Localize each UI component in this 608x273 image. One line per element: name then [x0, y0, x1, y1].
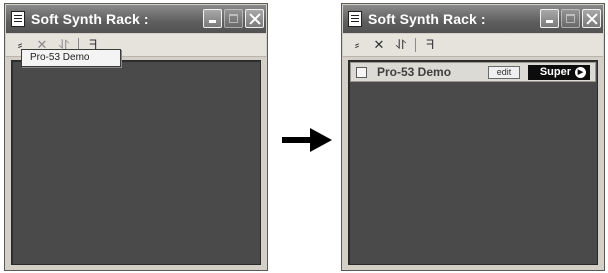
preset-name: Super [539, 66, 571, 78]
soft-synth-rack-window-after: Soft Synth Rack : ⸗ ✕ ⥯ ᖷ Pro-53 Demo ed… [341, 3, 605, 271]
instrument-menu-item[interactable]: Pro-53 Demo [21, 49, 121, 67]
maximize-button[interactable] [224, 9, 243, 28]
instrument-name: Pro-53 Demo [377, 65, 452, 79]
delete-instrument-icon[interactable]: ✕ [371, 39, 387, 52]
insert-instrument-icon[interactable]: ⸗ [349, 39, 365, 52]
preset-selector[interactable]: Super ▶ [528, 64, 590, 80]
soft-synth-rack-window-before: Soft Synth Rack : ⸗ ✕ ⥯ ᖷ Pro-53 Demo [4, 3, 268, 271]
synth-rack-icon [11, 11, 25, 27]
tune-icon[interactable]: ᖷ [422, 39, 438, 52]
sort-icon[interactable]: ⥯ [393, 39, 409, 52]
arrow-right-icon [282, 128, 332, 152]
rack-row: Pro-53 Demo edit Super ▶ [350, 62, 596, 82]
instrument-checkbox[interactable] [356, 66, 367, 78]
toolbar-separator [415, 38, 416, 52]
window-title: Soft Synth Rack : [31, 11, 149, 27]
minimize-button[interactable] [203, 9, 222, 28]
close-button[interactable] [245, 9, 264, 28]
preset-next-icon[interactable]: ▶ [575, 66, 586, 78]
window-title: Soft Synth Rack : [368, 11, 486, 27]
synth-rack-icon [348, 11, 362, 27]
toolbar: ⸗ ✕ ⥯ ᖷ [343, 34, 603, 57]
title-bar[interactable]: Soft Synth Rack : [6, 5, 266, 33]
edit-button[interactable]: edit [488, 65, 520, 79]
rack-panel [11, 60, 261, 265]
minimize-button[interactable] [540, 9, 559, 28]
rack-panel [348, 60, 598, 265]
maximize-button[interactable] [561, 9, 580, 28]
title-bar[interactable]: Soft Synth Rack : [343, 5, 603, 33]
close-button[interactable] [582, 9, 601, 28]
